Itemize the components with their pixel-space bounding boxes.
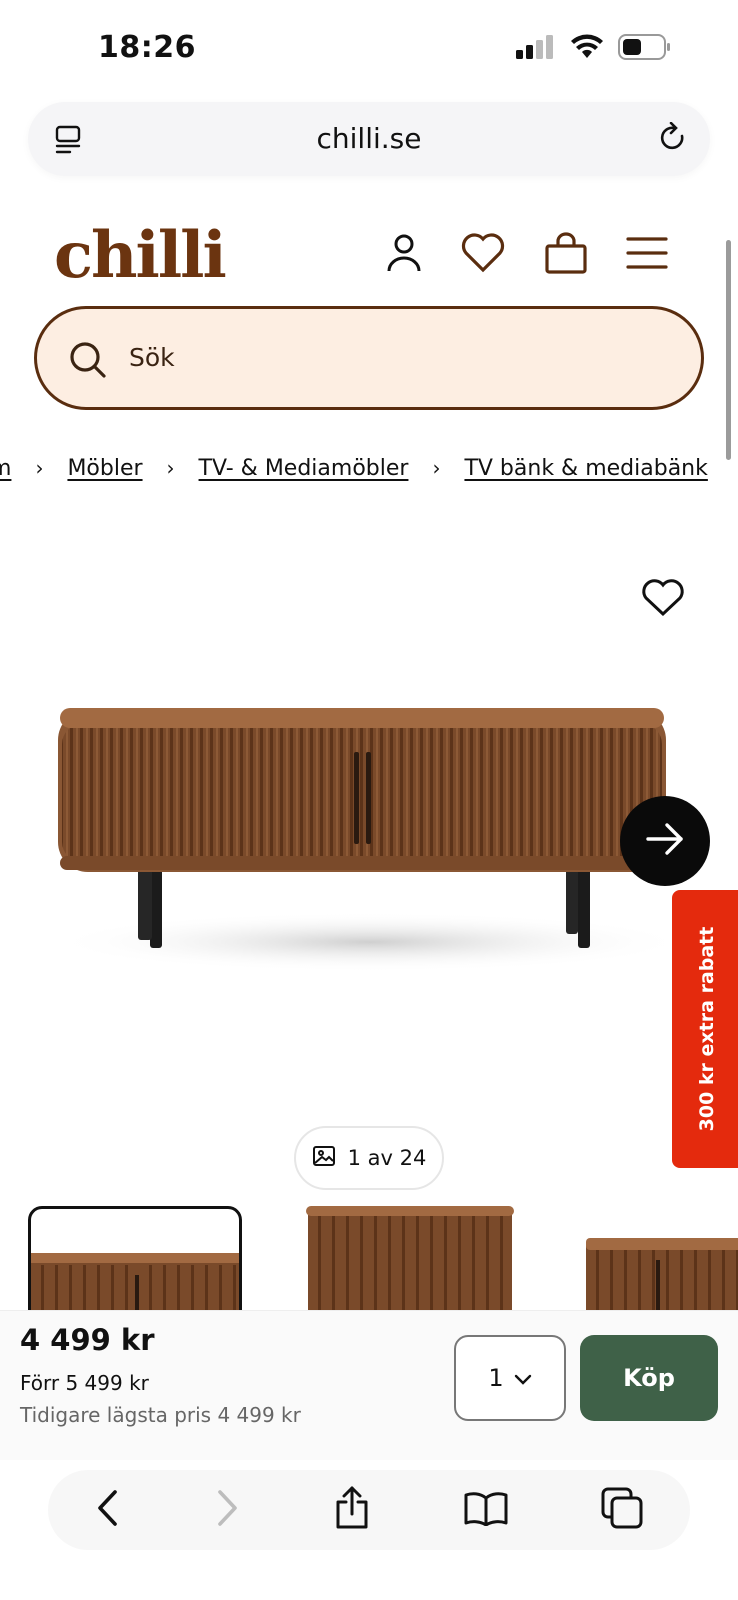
thumbnail-1[interactable] [28,1206,242,1310]
breadcrumb-home[interactable]: m [0,456,11,481]
address-bar[interactable]: chilli.se [28,102,710,176]
heart-icon[interactable] [460,232,506,274]
price-before: Förr 5 499 kr [20,1371,149,1395]
breadcrumb-separator-icon: › [166,456,175,480]
url-text[interactable]: chilli.se [28,122,710,155]
header-icons [386,232,668,274]
next-image-button[interactable] [620,796,710,886]
reload-icon[interactable] [658,121,688,158]
image-counter[interactable]: 1 av 24 [294,1126,444,1190]
breadcrumb-tv-bank[interactable]: TV bänk & mediabänk [464,456,707,481]
thumbnail-strip [0,1206,738,1310]
quantity-value: 1 [488,1364,504,1392]
chevron-down-icon [514,1364,532,1392]
bookmarks-icon[interactable] [464,1490,508,1530]
forward-icon[interactable] [214,1489,240,1531]
battery-icon [618,34,672,64]
menu-icon[interactable] [626,236,668,270]
site-header: chilli [0,200,738,300]
image-counter-text: 1 av 24 [347,1146,427,1170]
search-icon [69,341,107,383]
purchase-bar: 4 499 kr Förr 5 499 kr Tidigare lägsta p… [0,1310,738,1460]
breadcrumb-separator-icon: › [35,456,44,480]
wifi-icon [570,34,604,64]
product-image[interactable] [50,690,690,994]
favorite-heart-icon[interactable] [640,578,686,622]
status-bar: 18:26 [0,0,738,96]
image-icon [312,1144,336,1173]
status-icons [516,34,672,64]
cart-icon[interactable] [544,232,588,274]
back-icon[interactable] [95,1489,121,1531]
account-icon[interactable] [386,233,422,273]
price: 4 499 kr [20,1323,155,1357]
buy-button[interactable]: Köp [580,1335,718,1421]
scroll-indicator [726,240,731,460]
breadcrumb-separator-icon: › [432,456,441,480]
thumbnail-2[interactable] [306,1206,514,1310]
breadcrumb-mobler[interactable]: Möbler [67,456,142,481]
search-placeholder: Sök [129,343,175,372]
promo-text: 300 kr extra rabatt [696,926,718,1132]
thumbnail-3[interactable] [586,1206,738,1310]
browser-toolbar [48,1470,690,1550]
status-time: 18:26 [98,30,196,65]
cellular-signal-icon [516,35,556,63]
site-logo[interactable]: chilli [54,218,227,293]
share-icon[interactable] [334,1486,370,1534]
tabs-icon[interactable] [601,1487,643,1533]
product-gallery: 300 kr extra rabatt [0,520,738,1180]
breadcrumb: m › Möbler › TV- & Mediamöbler › TV bänk… [0,448,738,488]
arrow-right-icon [645,822,685,860]
lowest-price-note: Tidigare lägsta pris 4 499 kr [20,1403,301,1427]
breadcrumb-tv-mediamobler[interactable]: TV- & Mediamöbler [199,456,409,481]
search-input[interactable]: Sök [34,306,704,410]
quantity-select[interactable]: 1 [454,1335,566,1421]
promo-tab[interactable]: 300 kr extra rabatt [672,890,738,1168]
